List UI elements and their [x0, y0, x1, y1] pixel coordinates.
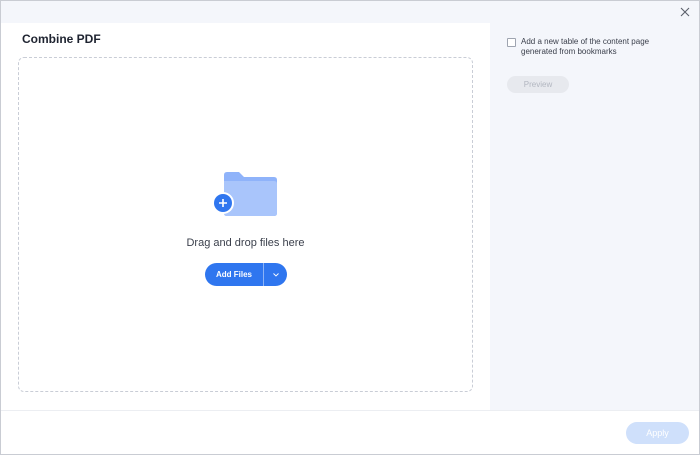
- toc-checkbox[interactable]: [507, 38, 516, 47]
- drop-zone[interactable]: Drag and drop files here Add Files: [18, 57, 473, 392]
- close-icon: [680, 7, 690, 17]
- folder-icon: [212, 172, 277, 216]
- footer: Apply: [1, 410, 699, 454]
- apply-button[interactable]: Apply: [626, 422, 689, 444]
- options-sidebar: Add a new table of the content page gene…: [490, 23, 699, 410]
- combine-pdf-dialog: Combine PDF Drag and drop files here Add…: [0, 0, 700, 455]
- add-files-split-button: Add Files: [205, 263, 287, 286]
- preview-button[interactable]: Preview: [507, 76, 569, 93]
- title-bar: [1, 1, 699, 23]
- drop-instruction: Drag and drop files here: [186, 237, 305, 249]
- chevron-down-icon: [272, 272, 279, 277]
- close-button[interactable]: [677, 4, 693, 20]
- toc-option[interactable]: Add a new table of the content page gene…: [507, 37, 671, 57]
- dialog-title: Combine PDF: [22, 32, 101, 46]
- add-files-button[interactable]: Add Files: [205, 263, 263, 286]
- main-panel: Combine PDF Drag and drop files here Add…: [1, 23, 490, 410]
- add-files-dropdown-button[interactable]: [264, 263, 287, 286]
- toc-label: Add a new table of the content page gene…: [521, 37, 650, 56]
